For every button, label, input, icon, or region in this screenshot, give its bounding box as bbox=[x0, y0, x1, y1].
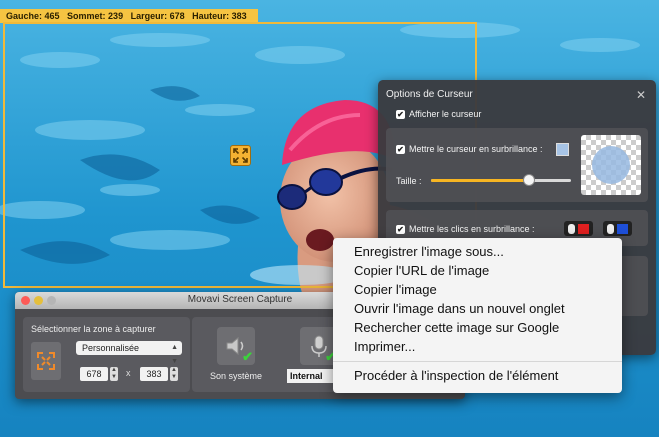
system-audio-label: Son système bbox=[210, 371, 263, 381]
selection-height-label: Hauteur: 383 bbox=[192, 11, 247, 21]
area-preset-select[interactable]: Personnalisée ▲ ▼ bbox=[76, 341, 182, 365]
height-input[interactable]: 383 bbox=[140, 367, 168, 381]
menu-item-search-image-google[interactable]: Rechercher cette image sur Google bbox=[333, 318, 622, 337]
selection-top-label: Sommet: 239 bbox=[67, 11, 124, 21]
menu-item-copy-image-url[interactable]: Copier l'URL de l'image bbox=[333, 261, 622, 280]
menu-item-copy-image[interactable]: Copier l'image bbox=[333, 280, 622, 299]
highlight-cursor-label: Mettre le curseur en surbrillance : bbox=[409, 144, 543, 154]
left-click-color bbox=[578, 223, 589, 234]
enabled-check-icon: ✔ bbox=[242, 349, 253, 364]
capture-area-section: Sélectionner la zone à capturer Personna… bbox=[23, 317, 190, 392]
crop-area-icon[interactable] bbox=[31, 342, 61, 380]
mouse-icon bbox=[568, 223, 575, 234]
menu-item-inspect-element[interactable]: Procéder à l'inspection de l'élément bbox=[333, 366, 622, 385]
highlight-color-swatch[interactable] bbox=[556, 143, 569, 156]
highlight-clicks-option[interactable]: ✔ Mettre les clics en surbrillance : bbox=[396, 224, 535, 234]
right-click-color-button[interactable] bbox=[603, 221, 632, 236]
menu-item-open-image-new-tab[interactable]: Ouvrir l'image dans un nouvel onglet bbox=[333, 299, 622, 318]
highlight-cursor-checkbox[interactable]: ✔ bbox=[396, 144, 405, 154]
dimension-separator: x bbox=[126, 368, 131, 378]
highlight-cursor-option[interactable]: ✔ Mettre le curseur en surbrillance : bbox=[396, 144, 543, 154]
image-context-menu: Enregistrer l'image sous... Copier l'URL… bbox=[333, 238, 622, 393]
mouse-icon bbox=[607, 223, 614, 234]
cursor-options-title: Options de Curseur bbox=[386, 89, 473, 100]
area-preset-value: Personnalisée bbox=[82, 343, 140, 353]
show-cursor-label: Afficher le curseur bbox=[409, 109, 482, 119]
menu-item-print[interactable]: Imprimer... bbox=[333, 337, 622, 356]
speaker-icon[interactable]: ✔ bbox=[217, 327, 255, 365]
size-label: Taille : bbox=[396, 176, 422, 186]
selection-dimensions-bar: Gauche: 465 Sommet: 239 Largeur: 678 Hau… bbox=[0, 9, 258, 23]
left-click-color-button[interactable] bbox=[564, 221, 593, 236]
selection-left-label: Gauche: 465 bbox=[6, 11, 60, 21]
size-slider-thumb[interactable] bbox=[523, 174, 535, 186]
size-slider-fill bbox=[431, 179, 529, 182]
expand-arrows-icon[interactable] bbox=[230, 145, 251, 166]
selection-width-label: Largeur: 678 bbox=[130, 11, 185, 21]
width-stepper[interactable]: ▲ ▼ bbox=[110, 367, 118, 381]
right-click-color bbox=[617, 223, 628, 234]
menu-item-save-image[interactable]: Enregistrer l'image sous... bbox=[333, 242, 622, 261]
highlight-clicks-checkbox[interactable]: ✔ bbox=[396, 224, 405, 234]
show-cursor-checkbox[interactable]: ✔ bbox=[396, 109, 405, 119]
close-icon[interactable]: ✕ bbox=[635, 89, 647, 101]
height-stepper[interactable]: ▲ ▼ bbox=[170, 367, 178, 381]
width-input[interactable]: 678 bbox=[80, 367, 108, 381]
chevron-updown-icon: ▲ ▼ bbox=[171, 344, 178, 365]
show-cursor-option[interactable]: ✔ Afficher le curseur bbox=[396, 109, 481, 119]
capture-area-label: Sélectionner la zone à capturer bbox=[31, 324, 156, 334]
cursor-halo-preview bbox=[592, 146, 630, 184]
size-row: Taille : bbox=[396, 176, 422, 186]
menu-separator bbox=[333, 361, 622, 362]
highlight-clicks-label: Mettre les clics en surbrillance : bbox=[409, 224, 535, 234]
